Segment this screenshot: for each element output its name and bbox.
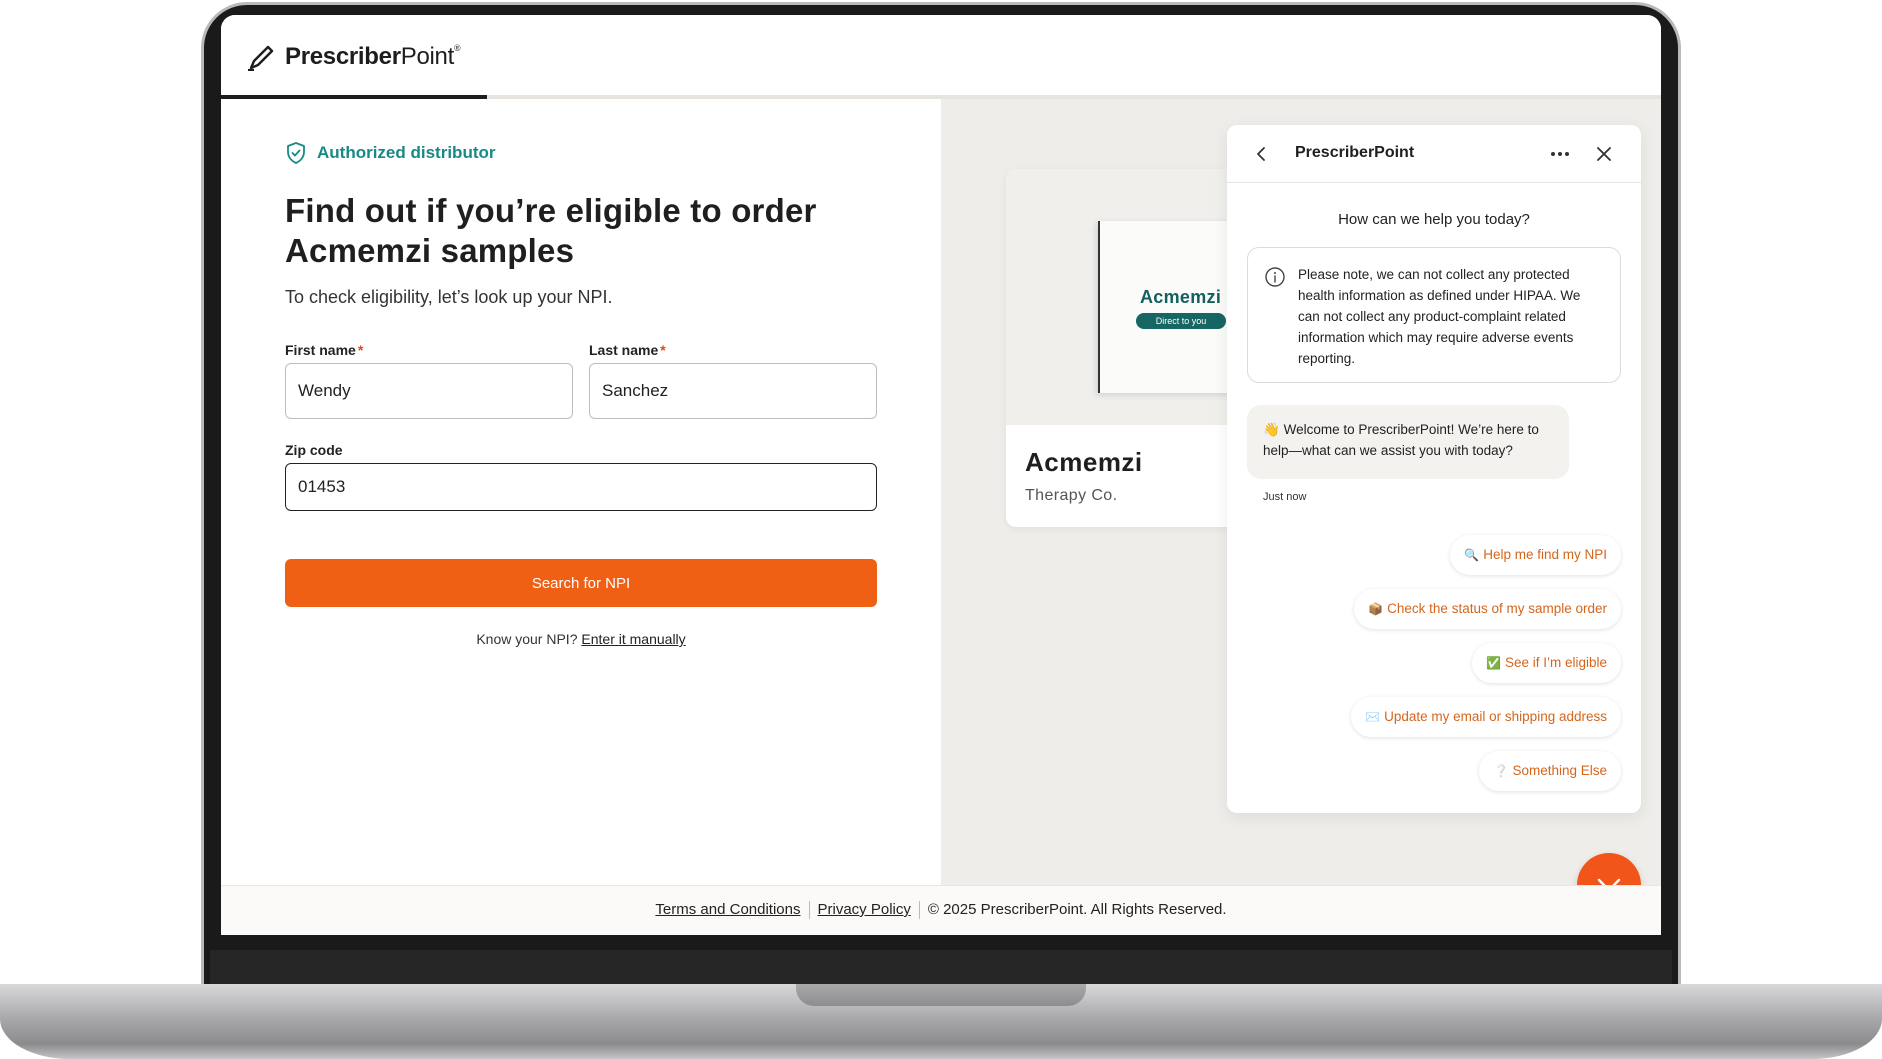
- logo-text: PrescriberPoint®: [285, 43, 461, 70]
- footer-divider: [808, 901, 810, 920]
- footer-divider: [918, 901, 920, 920]
- quick-reply-update-address[interactable]: ✉️ Update my email or shipping address: [1351, 697, 1621, 737]
- search-npi-button[interactable]: Search for NPI: [285, 559, 877, 607]
- site-footer: Terms and Conditions Privacy Policy © 2025…: [221, 885, 1661, 935]
- zip-code-label: Zip code: [285, 442, 343, 458]
- last-name-input[interactable]: [589, 363, 877, 419]
- message-timestamp: Just now: [1263, 491, 1307, 503]
- product-name: Acmemzi: [1025, 447, 1143, 477]
- privacy-link[interactable]: Privacy Policy: [818, 901, 911, 918]
- quick-reply-find-npi[interactable]: 🔍 Help me find my NPI: [1450, 535, 1621, 575]
- product-box-brand: Acmemzi: [1140, 287, 1222, 307]
- first-name-label: First name *: [285, 342, 364, 358]
- terms-link[interactable]: Terms and Conditions: [655, 901, 800, 918]
- magnifier-icon: 🔍: [1464, 548, 1480, 562]
- page-title: Find out if you’re eligible to order Acm…: [285, 192, 817, 269]
- chat-prompt: How can we help you today?: [1338, 211, 1530, 228]
- laptop-notch: [796, 984, 1086, 1006]
- footer-links: Terms and Conditions Privacy Policy © 2025…: [221, 901, 1661, 920]
- product-company: Therapy Co.: [1025, 487, 1118, 504]
- quick-reply-eligible[interactable]: ✅ See if I’m eligible: [1471, 643, 1621, 683]
- first-name-input[interactable]: [285, 363, 573, 419]
- pen-logo-icon: [248, 45, 274, 71]
- last-name-label: Last name *: [589, 342, 666, 358]
- wave-icon: 👋: [1263, 422, 1280, 437]
- product-box-tag: Direct to you: [1136, 313, 1226, 329]
- zip-code-input[interactable]: [285, 463, 877, 511]
- product-box: Acmemzi Direct to you: [1098, 221, 1248, 393]
- authorized-distributor-label: Authorized distributor: [317, 143, 496, 162]
- authorized-distributor-badge: Authorized distributor: [285, 141, 495, 165]
- quick-reply-label: Something Else: [1512, 763, 1607, 778]
- bot-message-text: Welcome to PrescriberPoint! We’re here t…: [1263, 422, 1539, 458]
- site-header: PrescriberPoint®: [221, 15, 1661, 99]
- close-icon[interactable]: [1595, 145, 1613, 163]
- chat-title: PrescriberPoint: [1295, 144, 1415, 161]
- product-preview-panel: Acmemzi Direct to you Acmemzi Therapy Co…: [941, 99, 1661, 885]
- logo[interactable]: PrescriberPoint®: [245, 41, 461, 73]
- envelope-icon: ✉️: [1365, 710, 1381, 724]
- laptop-bezel: [210, 950, 1672, 986]
- question-icon: ❔: [1493, 764, 1509, 778]
- check-icon: ✅: [1485, 656, 1501, 670]
- copyright: © 2025 PrescriberPoint. All Rights Reser…: [927, 901, 1227, 918]
- package-icon: 📦: [1368, 602, 1384, 616]
- info-icon: [1265, 267, 1285, 287]
- quick-reply-label: See if I’m eligible: [1504, 655, 1607, 670]
- shield-check-icon: [287, 142, 305, 164]
- quick-reply-label: Help me find my NPI: [1483, 547, 1607, 562]
- npi-hint-text: Know your NPI?: [476, 631, 578, 647]
- enter-npi-manually-link[interactable]: Enter it manually: [581, 631, 685, 647]
- chat-header: PrescriberPoint: [1227, 125, 1641, 183]
- chevron-left-icon[interactable]: [1253, 145, 1271, 163]
- hipaa-notice-text: Please note, we can not collect any prot…: [1298, 267, 1581, 366]
- quick-reply-label: Check the status of my sample order: [1387, 601, 1607, 616]
- eligibility-form-panel: Authorized distributor Find out if you’r…: [221, 99, 941, 885]
- screen: PrescriberPoint® Authorized distributor …: [221, 15, 1661, 935]
- chat-widget: PrescriberPoint How can we help you toda…: [1227, 125, 1641, 813]
- hipaa-notice: Please note, we can not collect any prot…: [1247, 247, 1621, 383]
- page-subtitle: To check eligibility, let’s look up your…: [285, 287, 613, 307]
- npi-hint: Know your NPI? Enter it manually: [221, 631, 941, 647]
- quick-reply-something-else[interactable]: ❔ Something Else: [1479, 751, 1621, 791]
- quick-reply-order-status[interactable]: 📦 Check the status of my sample order: [1354, 589, 1621, 629]
- more-icon[interactable]: [1549, 145, 1571, 163]
- bot-message: 👋 Welcome to PrescriberPoint! We’re here…: [1247, 405, 1569, 479]
- quick-reply-label: Update my email or shipping address: [1384, 709, 1607, 724]
